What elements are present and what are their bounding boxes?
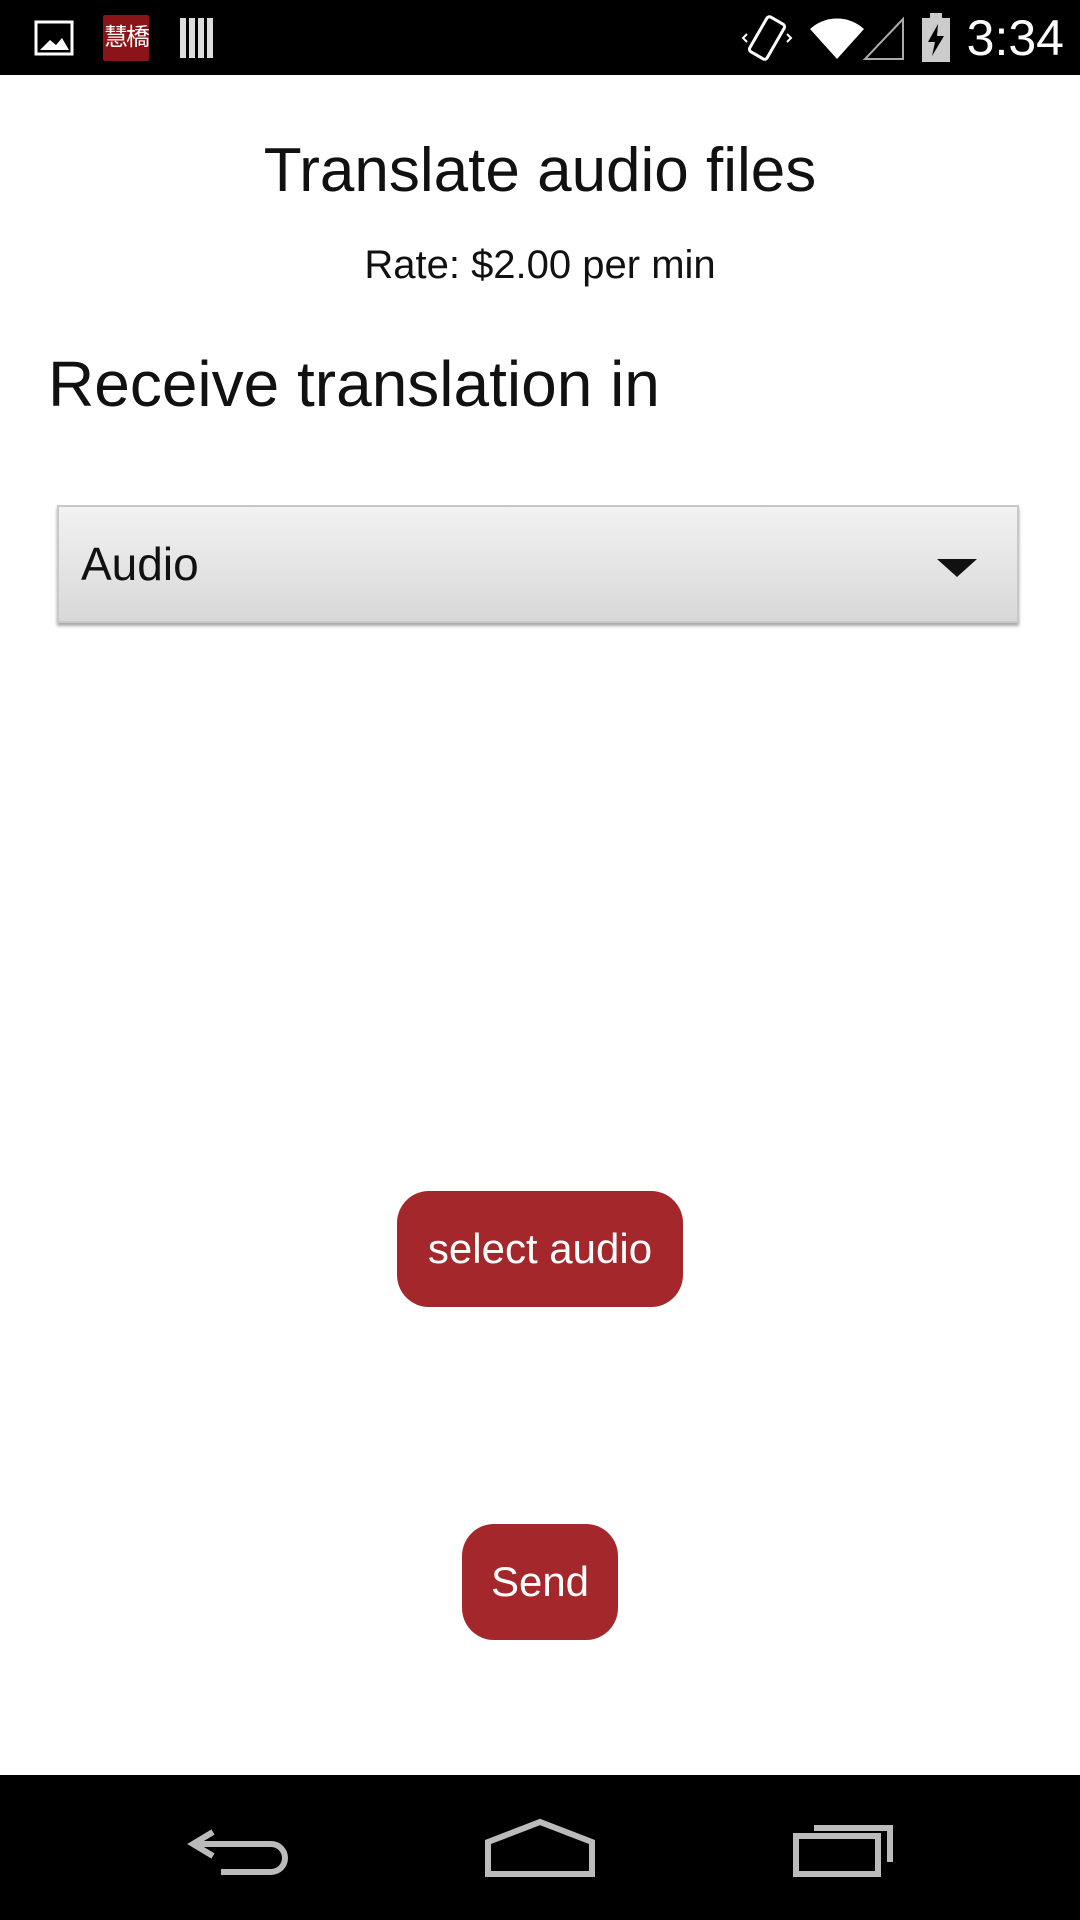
app-badge: 慧橋 <box>103 14 150 61</box>
translation-format-dropdown[interactable]: Audio <box>57 505 1019 623</box>
navigation-bar <box>0 1775 1080 1920</box>
library-notification-icon <box>174 0 222 75</box>
home-icon[interactable] <box>440 1775 640 1920</box>
image-notification-icon <box>30 0 78 75</box>
app-notification-icon: 慧橋 <box>101 0 151 75</box>
page-title: Translate audio files <box>263 136 817 205</box>
send-button[interactable]: Send <box>462 1524 618 1640</box>
cell-signal-icon <box>862 0 906 75</box>
dropdown-arrow-icon <box>937 559 977 577</box>
receive-translation-heading: Receive translation in <box>48 348 660 420</box>
status-bar: 慧橋 3:34 <box>0 0 1080 75</box>
clock: 3:34 <box>966 9 1064 66</box>
rate-label: Rate: $2.00 per min <box>364 243 716 287</box>
wifi-icon <box>806 0 868 75</box>
battery-charging-icon <box>916 0 956 75</box>
dropdown-selected-value: Audio <box>81 538 199 590</box>
vibrate-icon <box>738 0 796 75</box>
main-content: Translate audio files Rate: $2.00 per mi… <box>0 75 1080 1775</box>
select-audio-button[interactable]: select audio <box>397 1191 683 1307</box>
back-icon[interactable] <box>140 1775 340 1920</box>
recent-apps-icon[interactable] <box>744 1775 944 1920</box>
